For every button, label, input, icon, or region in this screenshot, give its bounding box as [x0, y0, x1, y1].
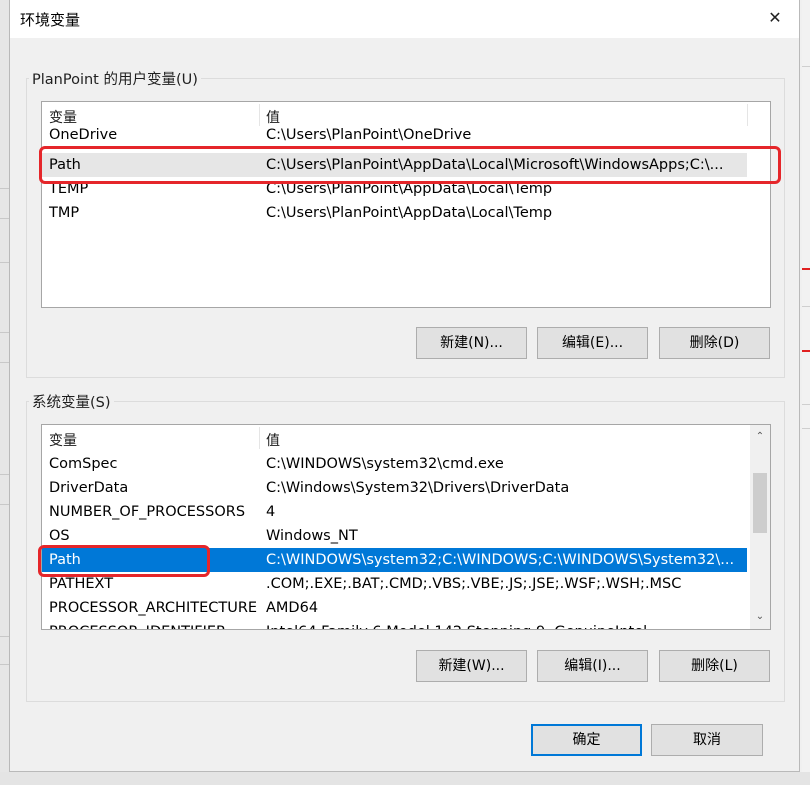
variable-value: C:\Windows\System32\Drivers\DriverData [266, 480, 570, 496]
list-item-processor-identifier[interactable]: PROCESSOR_IDENTIFIER Intel64 Family 6 Mo… [42, 620, 747, 629]
user-variables-legend: PlanPoint 的用户变量(U) [32, 72, 198, 88]
column-header-value[interactable]: 值 [266, 430, 280, 450]
background-red-mark [802, 268, 810, 270]
variable-value: Intel64 Family 6 Model 142 Stepping 9, G… [266, 620, 647, 629]
variable-value: Windows_NT [266, 528, 358, 544]
variable-name: ComSpec [49, 456, 118, 472]
list-item-driverdata[interactable]: DriverData C:\Windows\System32\Drivers\D… [42, 476, 747, 500]
list-item-comspec[interactable]: ComSpec C:\WINDOWS\system32\cmd.exe [42, 452, 747, 476]
ok-button[interactable]: 确定 [531, 724, 642, 756]
user-delete-button[interactable]: 删除(D) [659, 327, 770, 359]
column-divider [259, 104, 260, 126]
list-item-pathext[interactable]: PATHEXT .COM;.EXE;.BAT;.CMD;.VBS;.VBE;.J… [42, 572, 747, 596]
column-divider [747, 104, 748, 126]
list-header: 变量 值 [42, 102, 770, 128]
list-item-tmp[interactable]: TMP C:\Users\PlanPoint\AppData\Local\Tem… [42, 201, 747, 225]
variable-name: OneDrive [49, 128, 118, 143]
column-header-value[interactable]: 值 [266, 107, 280, 127]
scrollbar-thumb[interactable] [753, 473, 767, 533]
list-item-path-selected[interactable]: Path C:\WINDOWS\system32;C:\WINDOWS;C:\W… [42, 548, 747, 572]
background-divider [802, 66, 810, 67]
variable-name: Path [49, 157, 81, 173]
variable-value: AMD64 [266, 600, 319, 616]
column-divider [259, 427, 260, 449]
list-item-path[interactable]: Path C:\Users\PlanPoint\AppData\Local\Mi… [42, 153, 747, 177]
column-header-name[interactable]: 变量 [49, 107, 77, 127]
system-new-button[interactable]: 新建(W)... [416, 650, 527, 682]
variable-name: PROCESSOR_ARCHITECTURE [49, 600, 258, 616]
variable-value: C:\Users\PlanPoint\AppData\Local\Temp [266, 205, 553, 221]
environment-variables-dialog: 环境变量 ✕ PlanPoint 的用户变量(U) 变量 值 OneDrive … [9, 0, 800, 772]
list-item-onedrive[interactable]: OneDrive C:\Users\PlanPoint\OneDrive [42, 128, 770, 143]
cancel-button[interactable]: 取消 [651, 724, 763, 756]
variable-value: C:\WINDOWS\system32\cmd.exe [266, 456, 504, 472]
variable-name: Path [49, 552, 81, 568]
chevron-down-icon[interactable]: ⌄ [750, 607, 770, 627]
system-edit-button[interactable]: 编辑(I)... [537, 650, 648, 682]
chevron-up-icon[interactable]: ⌃ [750, 427, 770, 447]
background-window-right [802, 0, 810, 785]
column-header-name[interactable]: 变量 [49, 430, 77, 450]
variable-value: C:\WINDOWS\system32;C:\WINDOWS;C:\WINDOW… [266, 552, 735, 568]
background-divider [802, 404, 810, 405]
background-window-bottom [0, 772, 810, 785]
variable-value: .COM;.EXE;.BAT;.CMD;.VBS;.VBE;.JS;.JSE;.… [266, 576, 682, 592]
system-variables-list[interactable]: 变量 值 ComSpec C:\WINDOWS\system32\cmd.exe… [41, 424, 771, 630]
variable-name: PATHEXT [49, 576, 114, 592]
user-new-button[interactable]: 新建(N)... [416, 327, 527, 359]
variable-value: 4 [266, 504, 276, 520]
variable-name: TMP [49, 205, 80, 221]
variable-name: OS [49, 528, 70, 544]
user-edit-button[interactable]: 编辑(E)... [537, 327, 648, 359]
list-item-number-of-processors[interactable]: NUMBER_OF_PROCESSORS 4 [42, 500, 747, 524]
list-header: 变量 值 [42, 425, 770, 451]
close-icon[interactable]: ✕ [763, 6, 787, 30]
user-variables-list[interactable]: 变量 值 OneDrive C:\Users\PlanPoint\OneDriv… [41, 101, 771, 308]
background-divider [802, 428, 810, 429]
list-item-temp[interactable]: TEMP C:\Users\PlanPoint\AppData\Local\Te… [42, 177, 747, 201]
background-red-mark [802, 350, 810, 352]
variable-value: C:\Users\PlanPoint\AppData\Local\Temp [266, 181, 553, 197]
variable-name: NUMBER_OF_PROCESSORS [49, 504, 246, 520]
variable-name: TEMP [49, 181, 89, 197]
variable-name: DriverData [49, 480, 129, 496]
list-item-os[interactable]: OS Windows_NT [42, 524, 747, 548]
list-item-processor-architecture[interactable]: PROCESSOR_ARCHITECTURE AMD64 [42, 596, 747, 620]
vertical-scrollbar[interactable]: ⌃ ⌄ [750, 425, 770, 629]
variable-value: C:\Users\PlanPoint\AppData\Local\Microso… [266, 157, 724, 173]
background-divider [802, 306, 810, 307]
system-variables-legend: 系统变量(S) [32, 395, 111, 411]
dialog-title: 环境变量 [20, 11, 81, 29]
variable-value: C:\Users\PlanPoint\OneDrive [266, 128, 472, 143]
variable-name: PROCESSOR_IDENTIFIER [49, 620, 226, 629]
title-bar: 环境变量 ✕ [10, 0, 799, 38]
system-delete-button[interactable]: 删除(L) [659, 650, 770, 682]
